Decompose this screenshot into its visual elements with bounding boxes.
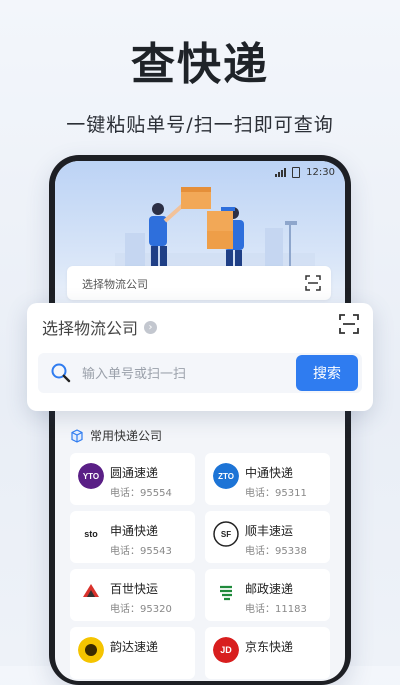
search-icon — [51, 363, 71, 383]
company-name: 京东快递 — [245, 640, 294, 654]
ems-logo-icon — [213, 579, 239, 605]
company-card-zto[interactable]: ZTO 中通快递 电话：95311 — [205, 453, 330, 505]
sf-logo-icon: SF — [213, 521, 239, 547]
scan-icon[interactable] — [305, 275, 321, 291]
yto-logo-icon: YTO — [78, 463, 104, 489]
company-card-sto[interactable]: sto 申通快递 电话：95543 — [70, 511, 195, 563]
company-name: 顺丰速运 — [245, 524, 294, 538]
search-bar: 搜索 — [38, 353, 362, 393]
jd-logo-icon: JD — [213, 637, 239, 663]
package-icon — [71, 428, 83, 443]
company-phone: 电话：95543 — [110, 546, 172, 557]
company-select-label: 选择物流公司 — [42, 319, 139, 338]
signal-icon — [275, 168, 287, 177]
inner-company-label: 选择物流公司 — [82, 278, 148, 291]
company-select[interactable]: 选择物流公司 › — [42, 315, 158, 339]
zto-logo-icon: ZTO — [213, 463, 239, 489]
tracking-number-input[interactable] — [80, 361, 284, 387]
company-name: 申通快递 — [110, 524, 159, 538]
company-name: 邮政速递 — [245, 582, 294, 596]
status-bar: 12:30 — [275, 167, 335, 178]
hero-title: 查快递 — [131, 39, 269, 90]
company-name: 韵达速递 — [110, 640, 159, 654]
section-title: 常用快递公司 — [90, 429, 163, 443]
hero-subtitle: 一键粘贴单号/扫一扫即可查询 — [66, 114, 334, 136]
sf-logo-text: SF — [221, 530, 231, 539]
jd-logo-text: JD — [220, 645, 232, 655]
section-header: 常用快递公司 — [70, 427, 162, 444]
zto-logo-text: ZTO — [218, 472, 234, 481]
company-phone: 电话：95320 — [110, 604, 172, 615]
scan-icon[interactable] — [339, 314, 359, 334]
sto-logo-text: sto — [84, 529, 98, 539]
company-card-jd[interactable]: JD 京东快递 — [205, 627, 330, 679]
company-phone: 电话：95311 — [245, 488, 307, 499]
company-grid: YTO 圆通速递 电话：95554 ZTO 中通快递 电话：95311 sto … — [70, 453, 330, 679]
search-button[interactable]: 搜索 — [296, 355, 358, 391]
company-name: 百世快运 — [110, 582, 159, 596]
company-phone: 电话：95338 — [245, 546, 307, 557]
company-card-yunda[interactable]: 韵达速递 — [70, 627, 195, 679]
status-time: 12:30 — [306, 167, 335, 178]
company-phone: 电话：95554 — [110, 488, 172, 499]
company-name: 圆通速递 — [110, 466, 159, 480]
yunda-logo-icon — [78, 637, 104, 663]
best-logo-icon — [78, 579, 104, 605]
search-card: 选择物流公司 › 搜索 — [27, 303, 373, 411]
chevron-right-icon: › — [144, 320, 158, 334]
company-card-ems[interactable]: 邮政速递 电话：11183 — [205, 569, 330, 621]
company-card-best[interactable]: 百世快运 电话：95320 — [70, 569, 195, 621]
company-phone: 电话：11183 — [245, 604, 307, 615]
company-card-yto[interactable]: YTO 圆通速递 电话：95554 — [70, 453, 195, 505]
company-card-sf[interactable]: SF 顺丰速运 电话：95338 — [205, 511, 330, 563]
battery-icon — [292, 167, 301, 178]
yto-logo-text: YTO — [83, 472, 99, 481]
sto-logo-icon: sto — [78, 521, 104, 547]
company-name: 中通快递 — [245, 466, 294, 480]
inner-company-select[interactable]: 选择物流公司 — [67, 266, 331, 300]
